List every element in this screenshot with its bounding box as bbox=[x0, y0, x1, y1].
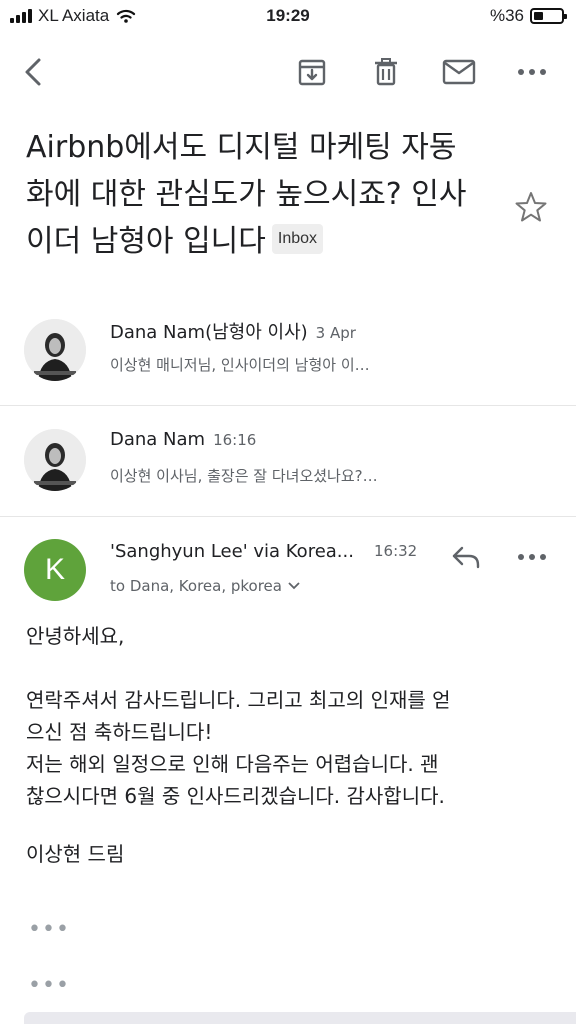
archive-button[interactable] bbox=[292, 52, 332, 92]
status-bar: XL Axiata 19:29 %36 bbox=[0, 0, 576, 34]
sender-avatar: K bbox=[24, 539, 86, 601]
star-icon bbox=[515, 192, 547, 222]
collapsed-message[interactable]: Dana Nam(남형아 이사) 3 Apr 이상현 매니저님, 인사이더의 남형… bbox=[0, 294, 576, 406]
sender-name: Dana Nam(남형아 이사) bbox=[110, 322, 308, 343]
message-toolbar bbox=[0, 40, 576, 104]
sender-row: Dana Nam 16:16 bbox=[110, 429, 256, 450]
attachment-preview[interactable] bbox=[24, 1012, 576, 1024]
back-arrow-icon bbox=[25, 58, 41, 86]
body-line: 으신 점 축하드립니다! bbox=[26, 720, 213, 744]
delete-button[interactable] bbox=[366, 52, 406, 92]
person-photo-icon bbox=[24, 319, 86, 381]
sender-row: Dana Nam(남형아 이사) 3 Apr bbox=[110, 318, 356, 344]
body-signature: 이상현 드림 bbox=[26, 842, 125, 866]
battery-icon bbox=[530, 8, 567, 24]
subject-line-1: Airbnb에서도 디지털 마케팅 자동 bbox=[26, 130, 457, 165]
battery-info: %36 bbox=[489, 6, 567, 26]
open-message-header: K 'Sanghyun Lee' via Korea... 16:32 to D… bbox=[0, 517, 576, 607]
mail-icon bbox=[442, 59, 476, 85]
star-button[interactable] bbox=[514, 190, 550, 226]
body-line: 찮으시다면 6월 중 인사드리겠습니다. 감사합니다. bbox=[26, 784, 445, 808]
collapsed-message[interactable]: Dana Nam 16:16 이상현 이사님, 출장은 잘 다녀오셨나요?… bbox=[0, 405, 576, 517]
sender-row: 'Sanghyun Lee' via Korea... bbox=[110, 541, 354, 562]
message-date: 3 Apr bbox=[315, 324, 356, 342]
message-snippet: 이상현 이사님, 출장은 잘 다녀오셨나요?… bbox=[110, 467, 378, 485]
recipients-toggle[interactable]: to Dana, Korea, pkorea bbox=[110, 577, 300, 595]
message-more-button[interactable] bbox=[512, 537, 552, 577]
subject-line-3: 이더 남형아 입니다 bbox=[26, 224, 266, 259]
show-trimmed-content-button[interactable]: ••• bbox=[28, 973, 70, 998]
more-icon bbox=[518, 554, 546, 560]
delete-icon bbox=[375, 58, 397, 86]
battery-percent: %36 bbox=[489, 6, 524, 25]
message-snippet: 이상현 매니저님, 인사이더의 남형아 이… bbox=[110, 356, 370, 374]
avatar bbox=[24, 319, 86, 381]
sender-name: Dana Nam bbox=[110, 429, 206, 450]
person-photo-icon bbox=[24, 429, 86, 491]
message-body: 안녕하세요, 연락주셔서 감사드립니다. 그리고 최고의 인재를 얻 으신 점 … bbox=[26, 620, 546, 870]
show-trimmed-content-button[interactable]: ••• bbox=[28, 917, 70, 942]
subject-line-2: 화에 대한 관심도가 높으시죠? 인사 bbox=[26, 177, 467, 212]
more-icon bbox=[518, 69, 546, 75]
email-subject: Airbnb에서도 디지털 마케팅 자동 화에 대한 관심도가 높으시죠? 인사… bbox=[26, 124, 496, 265]
sender-name: 'Sanghyun Lee' via Korea... bbox=[110, 541, 354, 562]
body-line: 저는 해외 일정으로 인해 다음주는 어렵습니다. 괜 bbox=[26, 752, 439, 776]
reply-icon bbox=[452, 546, 480, 569]
body-greeting: 안녕하세요, bbox=[26, 624, 125, 648]
chevron-down-icon bbox=[288, 582, 300, 590]
inbox-label-badge[interactable]: Inbox bbox=[271, 223, 324, 254]
reply-button[interactable] bbox=[446, 537, 486, 577]
archive-icon bbox=[298, 59, 326, 86]
message-date: 16:16 bbox=[213, 431, 257, 449]
back-button[interactable] bbox=[14, 52, 54, 92]
avatar bbox=[24, 429, 86, 491]
recipients-text: to Dana, Korea, pkorea bbox=[110, 577, 282, 595]
mark-unread-button[interactable] bbox=[439, 52, 479, 92]
body-line: 연락주셔서 감사드립니다. 그리고 최고의 인재를 얻 bbox=[26, 688, 451, 712]
more-options-button[interactable] bbox=[512, 52, 552, 92]
message-time: 16:32 bbox=[374, 542, 418, 560]
